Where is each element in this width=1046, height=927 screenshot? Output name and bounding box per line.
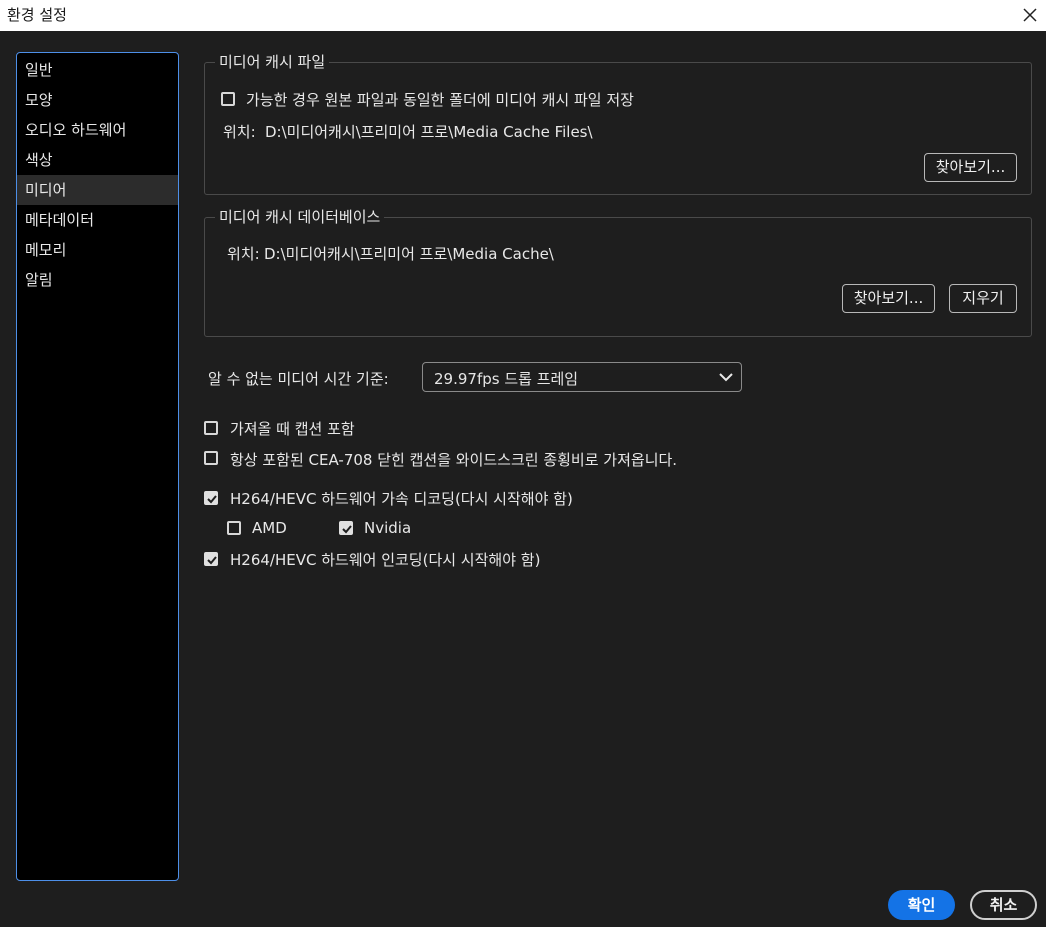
media-cache-files-group: 미디어 캐시 파일 가능한 경우 원본 파일과 동일한 폴더에 미디어 캐시 파…: [204, 52, 1032, 195]
close-icon[interactable]: [1018, 3, 1042, 27]
cache-db-location-path: D:\미디어캐시\프리미어 프로\Media Cache\: [264, 245, 554, 263]
sidebar-item-audio-hardware[interactable]: 오디오 하드웨어: [17, 115, 178, 145]
media-cache-db-group: 미디어 캐시 데이터베이스 위치: D:\미디어캐시\프리미어 프로\Media…: [204, 207, 1032, 337]
chevron-down-icon: [719, 371, 733, 387]
amd-checkbox[interactable]: [227, 521, 241, 535]
timebase-value: 29.97fps 드롭 프레임: [434, 370, 579, 388]
timebase-select[interactable]: 29.97fps 드롭 프레임: [422, 362, 742, 392]
sidebar-item-appearance[interactable]: 모양: [17, 85, 178, 115]
sidebar-item-notifications[interactable]: 알림: [17, 265, 178, 295]
cache-files-location-label: 위치:: [223, 123, 256, 141]
cache-db-clean-button[interactable]: 지우기: [949, 284, 1017, 313]
sidebar-item-memory[interactable]: 메모리: [17, 235, 178, 265]
sidebar-item-media[interactable]: 미디어: [17, 175, 178, 205]
cache-db-location-label: 위치:: [227, 245, 260, 263]
hw-decode-checkbox[interactable]: [204, 491, 218, 505]
sidebar-item-general[interactable]: 일반: [17, 55, 178, 85]
cea708-widescreen-checkbox[interactable]: [204, 451, 218, 465]
checkmark-icon: [207, 495, 217, 504]
hw-encode-checkbox[interactable]: [204, 552, 218, 566]
cea708-widescreen-label: 항상 포함된 CEA-708 닫힌 캡션을 와이드스크린 종횡비로 가져옵니다.: [230, 451, 678, 469]
save-with-originals-checkbox[interactable]: [221, 92, 235, 106]
media-cache-files-legend: 미디어 캐시 파일: [215, 52, 330, 72]
amd-label: AMD: [252, 519, 287, 537]
window-title: 환경 설정: [7, 6, 67, 24]
hw-decode-label: H264/HEVC 하드웨어 가속 디코딩(다시 시작해야 함): [230, 490, 573, 508]
title-bar: 환경 설정: [0, 0, 1046, 31]
cache-files-browse-button[interactable]: 찾아보기...: [924, 153, 1017, 182]
cache-files-location-path: D:\미디어캐시\프리미어 프로\Media Cache Files\: [265, 123, 593, 141]
save-with-originals-label: 가능한 경우 원본 파일과 동일한 폴더에 미디어 캐시 파일 저장: [246, 91, 634, 109]
import-captions-checkbox[interactable]: [204, 421, 218, 435]
nvidia-checkbox[interactable]: [339, 521, 353, 535]
ok-button[interactable]: 확인: [888, 890, 955, 920]
import-captions-label: 가져올 때 캡션 포함: [230, 420, 355, 438]
cancel-button[interactable]: 취소: [970, 890, 1037, 920]
checkmark-icon: [207, 556, 217, 565]
cache-db-browse-button[interactable]: 찾아보기...: [842, 284, 935, 313]
checkmark-icon: [342, 525, 352, 534]
timebase-label: 알 수 없는 미디어 시간 기준:: [208, 370, 389, 388]
hw-encode-label: H264/HEVC 하드웨어 인코딩(다시 시작해야 함): [230, 551, 541, 569]
media-cache-db-legend: 미디어 캐시 데이터베이스: [215, 207, 385, 227]
sidebar-item-color[interactable]: 색상: [17, 145, 178, 175]
sidebar-item-metadata[interactable]: 메타데이터: [17, 205, 178, 235]
category-sidebar: 일반 모양 오디오 하드웨어 색상 미디어 메타데이터 메모리 알림: [16, 52, 179, 881]
nvidia-label: Nvidia: [364, 519, 412, 537]
